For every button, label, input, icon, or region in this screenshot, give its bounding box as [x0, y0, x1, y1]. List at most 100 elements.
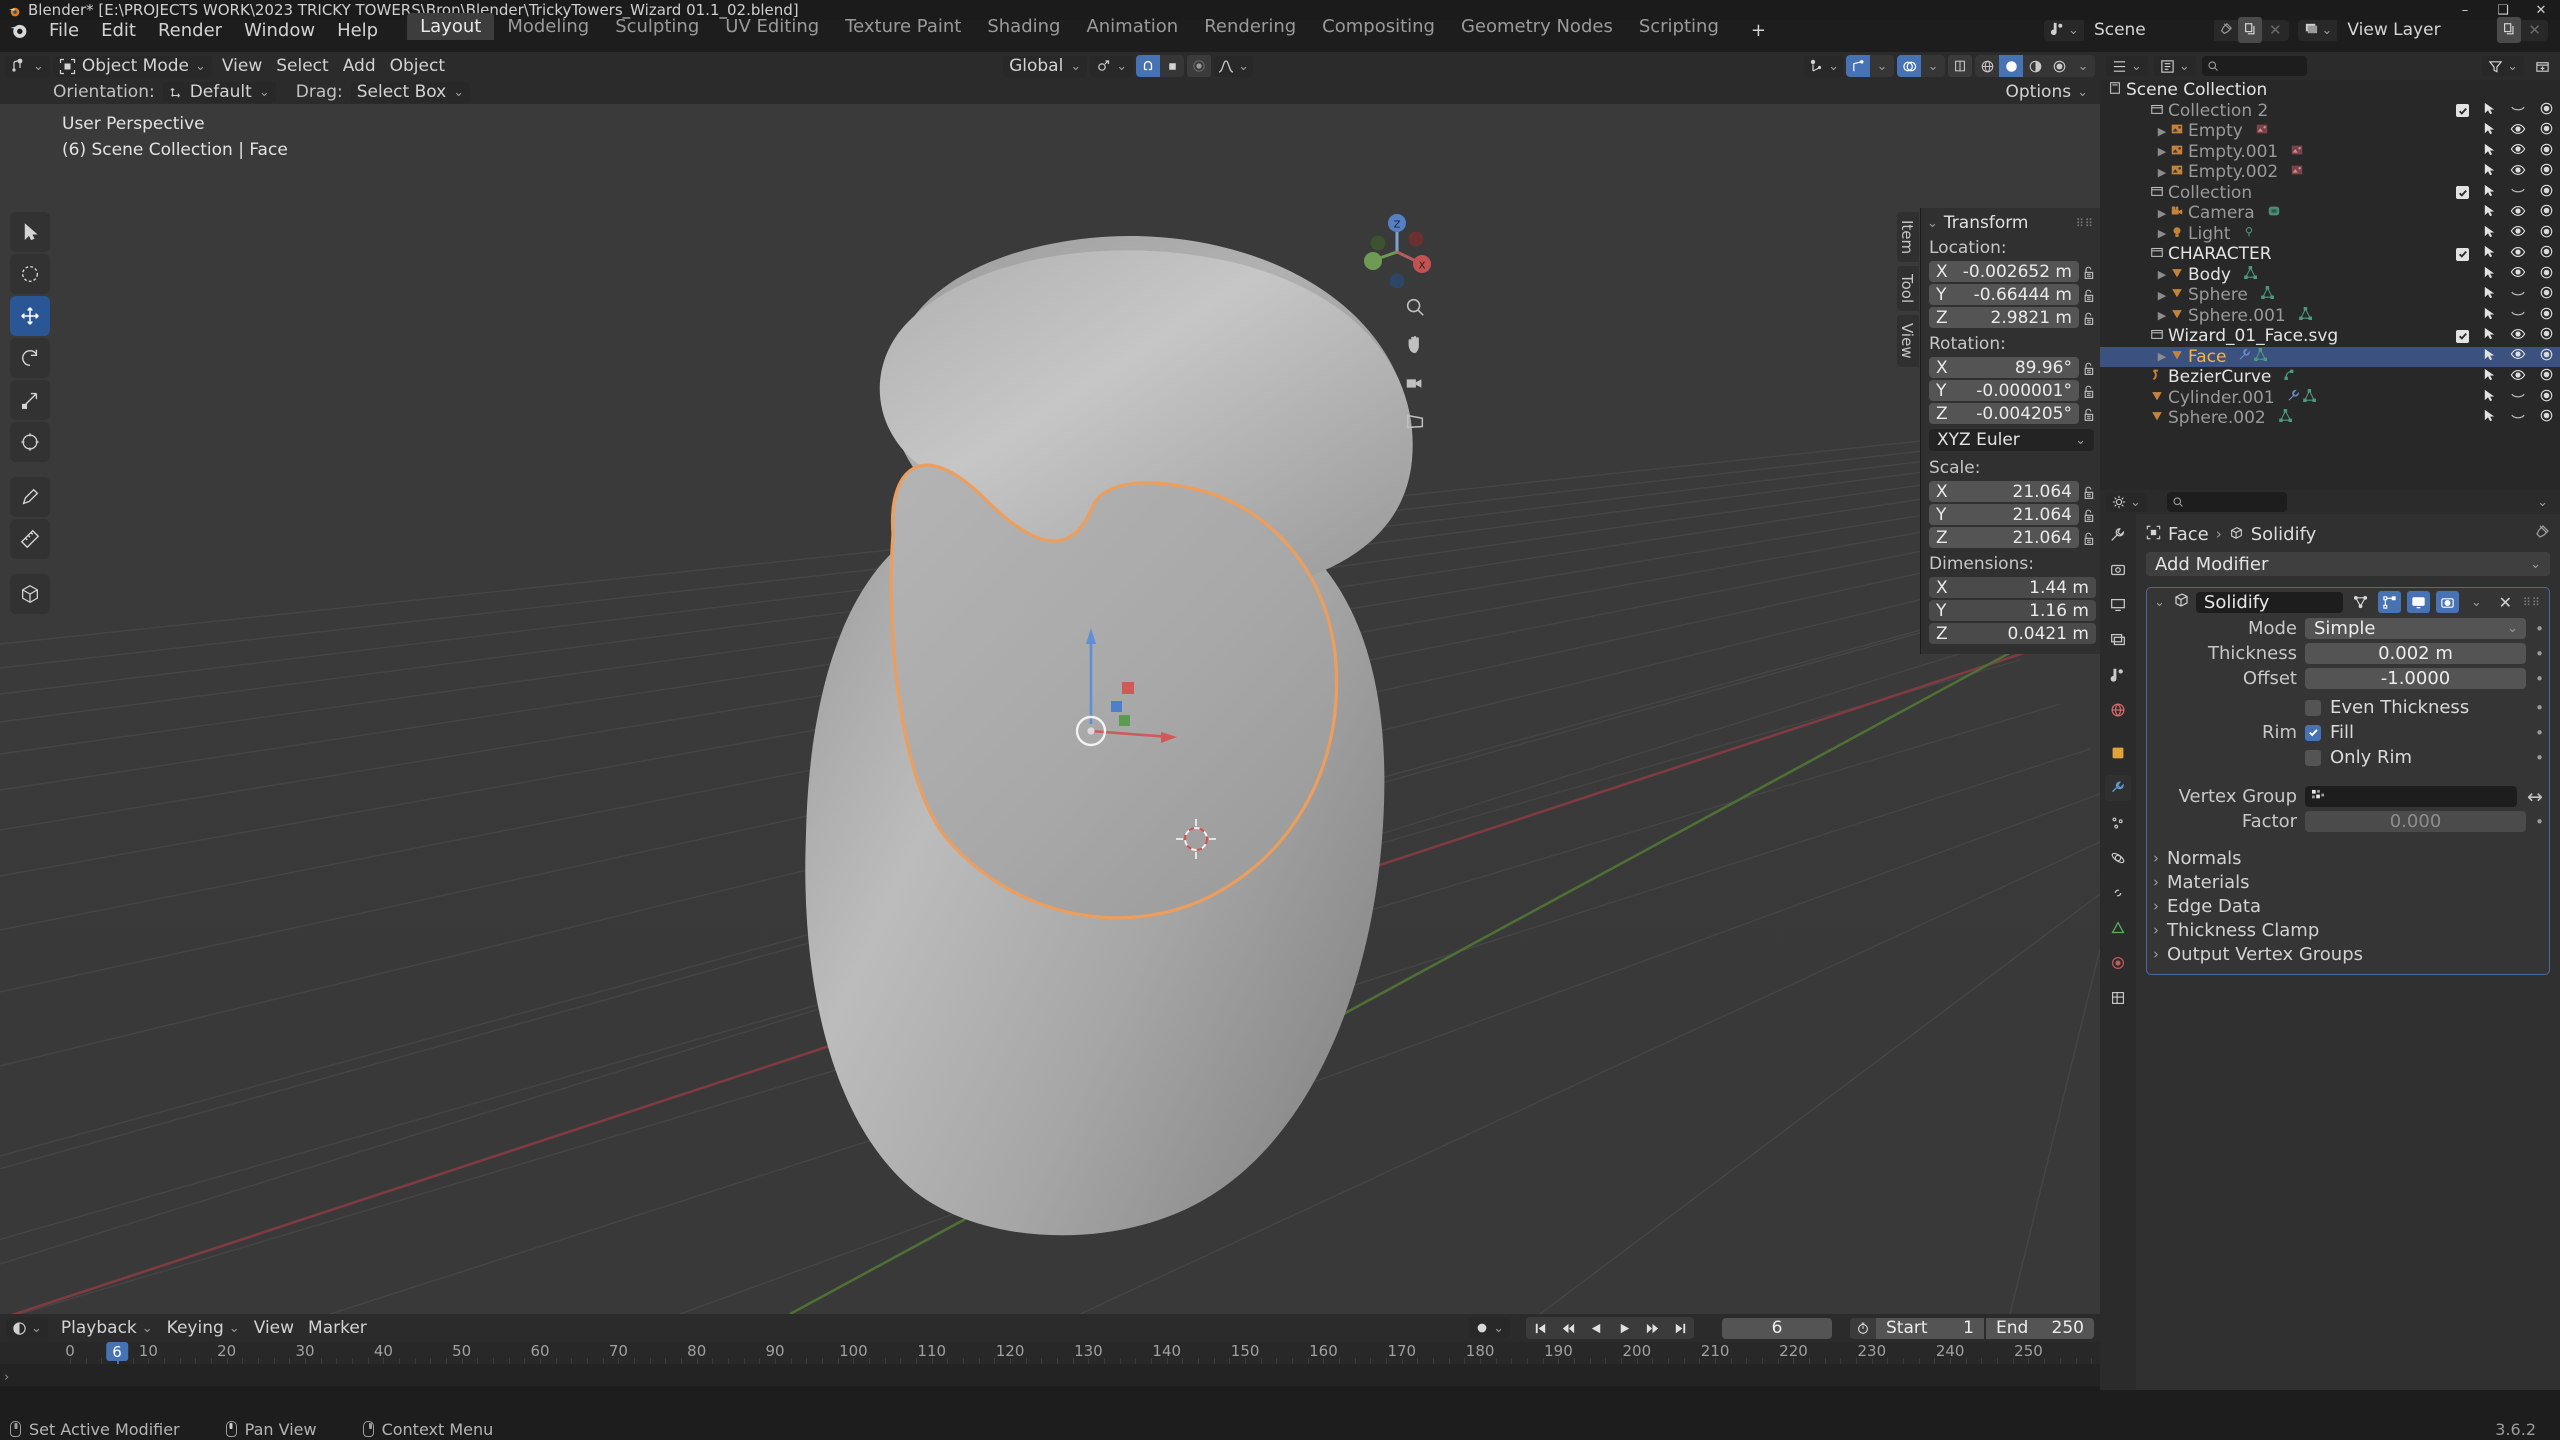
- location-z-input[interactable]: Z 2.9821 m: [1929, 307, 2079, 328]
- timeline-menu-playback[interactable]: Playback ⌄: [54, 1318, 160, 1339]
- tab-particles[interactable]: [2105, 810, 2131, 836]
- tab-output[interactable]: [2105, 592, 2131, 618]
- outliner-new-collection-icon[interactable]: [2530, 55, 2554, 77]
- light-data-icon[interactable]: [2242, 224, 2256, 244]
- tool-tweak-icon[interactable]: [10, 212, 50, 252]
- selectable-cursor-icon[interactable]: [2482, 367, 2497, 387]
- hide-in-viewport-eye-icon[interactable]: [2510, 182, 2526, 203]
- tab-object-data[interactable]: [2105, 915, 2131, 941]
- tool-annotate-icon[interactable]: [10, 477, 50, 517]
- outliner-row[interactable]: ▶ Body: [2100, 265, 2560, 286]
- tool-transform-icon[interactable]: [10, 422, 50, 462]
- outliner-row[interactable]: CHARACTER: [2100, 244, 2560, 265]
- disable-in-renders-icon[interactable]: [2539, 306, 2554, 326]
- subpanel-thickness-clamp[interactable]: › Thickness Clamp: [2147, 918, 2549, 942]
- hide-in-viewport-eye-icon[interactable]: [2510, 223, 2526, 244]
- expand-arrow-icon[interactable]: ▶: [2154, 268, 2170, 281]
- subpanel-normals[interactable]: › Normals: [2147, 846, 2549, 870]
- curve-data-icon[interactable]: [2283, 367, 2297, 387]
- timeline-menu-keying[interactable]: Keying ⌄: [160, 1318, 247, 1339]
- outliner-editor-type-button[interactable]: ⌄: [2106, 56, 2148, 76]
- tab-tool[interactable]: [2105, 522, 2131, 548]
- selectable-cursor-icon[interactable]: [2482, 347, 2497, 367]
- tool-measure-icon[interactable]: [10, 519, 50, 559]
- hide-in-viewport-eye-icon[interactable]: [2510, 141, 2526, 162]
- modifier-extras-chevron-icon[interactable]: ⌄: [2465, 591, 2488, 613]
- timeline-editor-type-button[interactable]: ⌄: [6, 1318, 48, 1338]
- timeline-channel-strip[interactable]: ›: [0, 1364, 2100, 1386]
- pin-icon[interactable]: [2214, 19, 2238, 41]
- fill-checkbox[interactable]: [2305, 724, 2321, 741]
- outliner-row-scene-collection[interactable]: Scene Collection: [2100, 80, 2560, 101]
- viewport-menu-add[interactable]: Add: [336, 56, 383, 77]
- selectable-cursor-icon[interactable]: [2482, 203, 2497, 223]
- outliner-row[interactable]: ▶ Empty: [2100, 121, 2560, 142]
- outliner-row[interactable]: Cylinder.001: [2100, 388, 2560, 409]
- panel-collapse-chevron-icon[interactable]: ⌄: [1927, 217, 1938, 230]
- tab-render[interactable]: [2105, 557, 2131, 583]
- lock-open-icon[interactable]: [2082, 310, 2096, 326]
- tab-physics[interactable]: [2105, 845, 2131, 871]
- selectable-cursor-icon[interactable]: [2482, 326, 2497, 346]
- lock-open-icon[interactable]: [2082, 264, 2096, 280]
- expand-arrow-icon[interactable]: ▶: [2154, 166, 2170, 179]
- hide-in-viewport-eye-icon[interactable]: [2510, 408, 2526, 429]
- disable-in-renders-icon[interactable]: [2539, 224, 2554, 244]
- expand-arrow-icon[interactable]: ▶: [2154, 350, 2170, 363]
- dimensions-x-input[interactable]: X 1.44 m: [1929, 577, 2096, 598]
- disable-in-renders-icon[interactable]: [2539, 408, 2554, 428]
- collection-enable-checkbox[interactable]: [2456, 247, 2469, 261]
- subpanel-materials[interactable]: › Materials: [2147, 870, 2549, 894]
- tool-move-icon[interactable]: [10, 296, 50, 336]
- workspace-tab-shading[interactable]: Shading: [974, 13, 1073, 40]
- modifier-expand-chevron-icon[interactable]: ⌄: [2152, 596, 2167, 609]
- pin-id-icon[interactable]: [2534, 524, 2550, 545]
- show-overlays-icon[interactable]: [1897, 55, 1922, 77]
- material-preview-shading-icon[interactable]: [2023, 55, 2048, 77]
- toggle-ortho-perspective-icon[interactable]: [1402, 408, 1428, 434]
- expand-arrow-icon[interactable]: ▶: [2154, 125, 2170, 138]
- sidebar-tab-view[interactable]: View: [1897, 315, 1919, 367]
- tab-world[interactable]: [2105, 697, 2131, 723]
- wrench-mesh-data-icon[interactable]: [2287, 388, 2317, 408]
- wireframe-shading-icon[interactable]: [1975, 55, 2000, 77]
- outliner-row[interactable]: ▶ Face: [2100, 346, 2560, 367]
- sidebar-tab-tool[interactable]: Tool: [1897, 266, 1919, 312]
- thickness-input[interactable]: 0.002 m: [2305, 643, 2526, 664]
- breadcrumb-object-name[interactable]: Face: [2168, 524, 2209, 545]
- rendered-shading-icon[interactable]: [2047, 55, 2072, 77]
- expand-arrow-icon[interactable]: ▶: [2154, 309, 2170, 322]
- remove-scene-icon[interactable]: ✕: [2262, 21, 2289, 39]
- only-rim-checkbox[interactable]: [2305, 749, 2321, 766]
- viewport-menu-object[interactable]: Object: [383, 56, 452, 77]
- hide-in-viewport-eye-icon[interactable]: [2510, 305, 2526, 326]
- jump-to-prev-keyframe-icon[interactable]: [1554, 1317, 1582, 1339]
- tool-rotate-icon[interactable]: [10, 338, 50, 378]
- hide-in-viewport-eye-icon[interactable]: [2510, 387, 2526, 408]
- modifier-drag-handle[interactable]: ⠿⠿: [2523, 596, 2544, 609]
- properties-options-chevron-icon[interactable]: ⌄: [2537, 496, 2554, 509]
- tab-scene[interactable]: [2105, 662, 2131, 688]
- workspace-tab-rendering[interactable]: Rendering: [1191, 13, 1309, 40]
- transform-orientation-selector[interactable]: Global ⌄: [1003, 55, 1088, 77]
- tab-view-layer[interactable]: [2105, 627, 2131, 653]
- disable-in-renders-icon[interactable]: [2539, 326, 2554, 346]
- collection-enable-checkbox[interactable]: [2456, 329, 2469, 343]
- workspace-tab-animation[interactable]: Animation: [1073, 13, 1191, 40]
- properties-editor-type-button[interactable]: ⌄: [2106, 492, 2147, 512]
- outliner-row[interactable]: Collection 2: [2100, 101, 2560, 122]
- shading-chevron-down-icon[interactable]: ⌄: [2071, 55, 2096, 77]
- image-data-icon[interactable]: [2290, 142, 2304, 162]
- on-cage-toggle-icon[interactable]: [2349, 591, 2372, 613]
- lock-open-icon[interactable]: [2082, 383, 2096, 399]
- location-x-input[interactable]: X -0.002652 m: [1929, 261, 2079, 282]
- tab-material[interactable]: [2105, 950, 2131, 976]
- timeline-menu-marker[interactable]: Marker: [301, 1318, 374, 1339]
- modifier-name-input[interactable]: Solidify: [2195, 591, 2343, 613]
- selectable-cursor-icon[interactable]: [2482, 142, 2497, 162]
- navigation-gizmo[interactable]: Z X: [1354, 209, 1440, 295]
- scene-selector[interactable]: ⌄ Scene ✕: [2044, 17, 2289, 43]
- selectable-cursor-icon[interactable]: [2482, 101, 2497, 121]
- sidebar-tab-item[interactable]: Item: [1897, 212, 1919, 263]
- rotation-mode-dropdown[interactable]: XYZ Euler ⌄: [1929, 429, 2094, 451]
